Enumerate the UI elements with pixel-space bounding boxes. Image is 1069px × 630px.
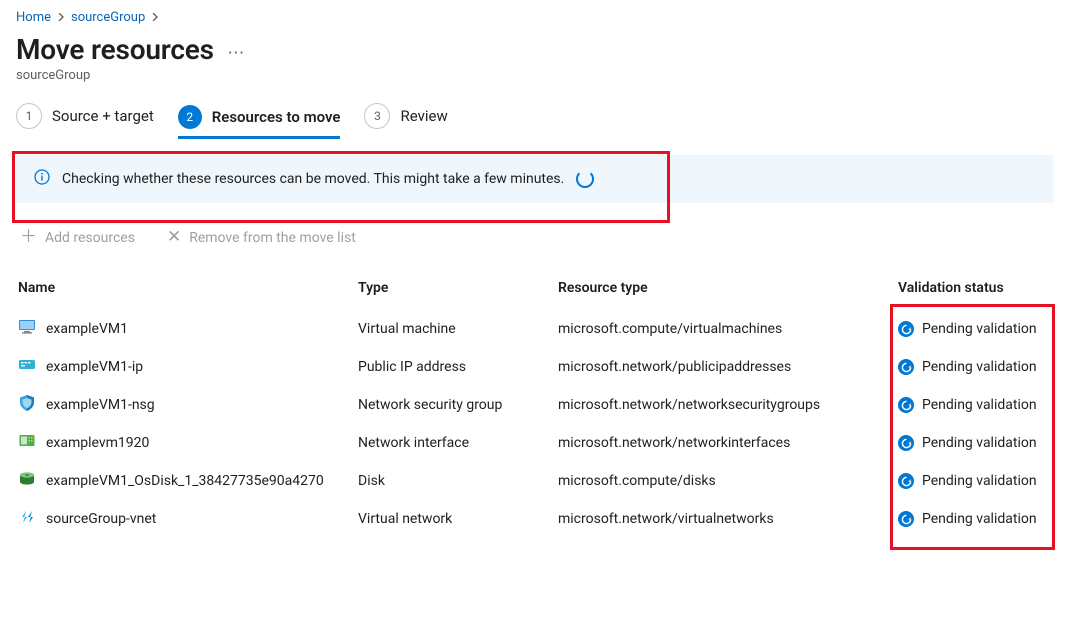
step-number-badge: 2 [178, 105, 202, 129]
validation-status-label: Pending validation [922, 359, 1037, 375]
resource-vnet-icon [18, 508, 36, 530]
step-number-badge: 3 [364, 103, 390, 129]
refresh-icon [898, 359, 914, 375]
page-title: Move resources [16, 33, 214, 66]
col-name[interactable]: Name [18, 280, 358, 296]
more-menu-icon[interactable]: ··· [228, 37, 245, 63]
table-row[interactable]: examplevm1920 Network interfacemicrosoft.… [16, 424, 1053, 462]
table-row[interactable]: sourceGroup-vnet Virtual networkmicrosoft… [16, 500, 1053, 538]
resource-provider-type: microsoft.compute/virtualmachines [558, 321, 898, 337]
refresh-icon [898, 473, 914, 489]
breadcrumb-sourcegroup[interactable]: sourceGroup [71, 10, 145, 25]
step-3[interactable]: 3 Review [364, 103, 447, 139]
resource-disk-icon [18, 470, 36, 492]
col-type[interactable]: Type [358, 280, 558, 296]
remove-from-list-button[interactable]: ✕ Remove from the move list [167, 229, 356, 246]
resource-name: exampleVM1-ip [46, 359, 143, 375]
validation-status-label: Pending validation [922, 397, 1037, 413]
resource-type: Public IP address [358, 359, 558, 375]
chevron-right-icon [151, 11, 159, 24]
table-row[interactable]: exampleVM1_OsDisk_1_38427735e90a4270 Disk… [16, 462, 1053, 500]
breadcrumb: Home sourceGroup [16, 8, 1053, 29]
refresh-icon [898, 321, 914, 337]
validation-status: Pending validation [898, 359, 1051, 375]
table-header: Name Type Resource type Validation statu… [16, 272, 1053, 310]
table-row[interactable]: exampleVM1-ip Public IP addressmicrosoft.… [16, 348, 1053, 386]
table-row[interactable]: exampleVM1-nsg Network security groupmicr… [16, 386, 1053, 424]
validation-status: Pending validation [898, 511, 1051, 527]
resource-name: sourceGroup-vnet [46, 511, 156, 527]
step-2[interactable]: 2 Resources to move [178, 105, 341, 139]
info-banner-text: Checking whether these resources can be … [62, 171, 564, 187]
add-resources-button[interactable]: ＋ Add resources [20, 229, 135, 246]
chevron-right-icon [57, 11, 65, 24]
step-number-badge: 1 [16, 103, 42, 129]
step-label: Review [400, 107, 447, 125]
resource-nsg-icon [18, 394, 36, 416]
step-1[interactable]: 1 Source + target [16, 103, 154, 139]
validation-status: Pending validation [898, 321, 1051, 337]
resource-name: exampleVM1 [46, 321, 128, 337]
info-icon [34, 169, 50, 189]
breadcrumb-home[interactable]: Home [16, 10, 51, 25]
validation-status-label: Pending validation [922, 511, 1037, 527]
page-subtitle: sourceGroup [16, 68, 1053, 83]
resources-table: Name Type Resource type Validation statu… [16, 272, 1053, 538]
step-label: Source + target [52, 107, 154, 125]
table-row[interactable]: exampleVM1 Virtual machinemicrosoft.compu… [16, 310, 1053, 348]
resource-name: exampleVM1_OsDisk_1_38427735e90a4270 [46, 473, 324, 489]
step-label: Resources to move [212, 108, 341, 126]
wizard-stepper: 1 Source + target 2 Resources to move 3 Revie… [16, 103, 1053, 139]
resource-type: Network security group [358, 397, 558, 413]
resource-vm-icon [18, 318, 36, 340]
resource-type: Virtual network [358, 511, 558, 527]
resource-name: exampleVM1-nsg [46, 397, 155, 413]
validation-status-label: Pending validation [922, 473, 1037, 489]
resource-provider-type: microsoft.network/networksecuritygroups [558, 397, 898, 413]
validation-status: Pending validation [898, 397, 1051, 413]
refresh-icon [898, 435, 914, 451]
resource-nic-icon [18, 432, 36, 454]
resource-name: examplevm1920 [46, 435, 149, 451]
col-status[interactable]: Validation status [898, 280, 1051, 296]
resource-provider-type: microsoft.compute/disks [558, 473, 898, 489]
spinner-icon [576, 170, 594, 188]
resource-ip-icon [18, 356, 36, 378]
close-icon: ✕ [167, 229, 181, 246]
info-banner: Checking whether these resources can be … [16, 155, 1053, 203]
validation-status: Pending validation [898, 473, 1051, 489]
resource-type: Network interface [358, 435, 558, 451]
validation-status-label: Pending validation [922, 435, 1037, 451]
refresh-icon [898, 397, 914, 413]
resource-provider-type: microsoft.network/networkinterfaces [558, 435, 898, 451]
resource-provider-type: microsoft.network/virtualnetworks [558, 511, 898, 527]
resource-type: Disk [358, 473, 558, 489]
col-rtype[interactable]: Resource type [558, 280, 898, 296]
remove-from-list-label: Remove from the move list [189, 230, 356, 246]
add-resources-label: Add resources [45, 230, 135, 246]
plus-icon: ＋ [20, 229, 37, 246]
toolbar: ＋ Add resources ✕ Remove from the move l… [16, 229, 1053, 246]
validation-status-label: Pending validation [922, 321, 1037, 337]
validation-status: Pending validation [898, 435, 1051, 451]
resource-provider-type: microsoft.network/publicipaddresses [558, 359, 898, 375]
resource-type: Virtual machine [358, 321, 558, 337]
refresh-icon [898, 511, 914, 527]
